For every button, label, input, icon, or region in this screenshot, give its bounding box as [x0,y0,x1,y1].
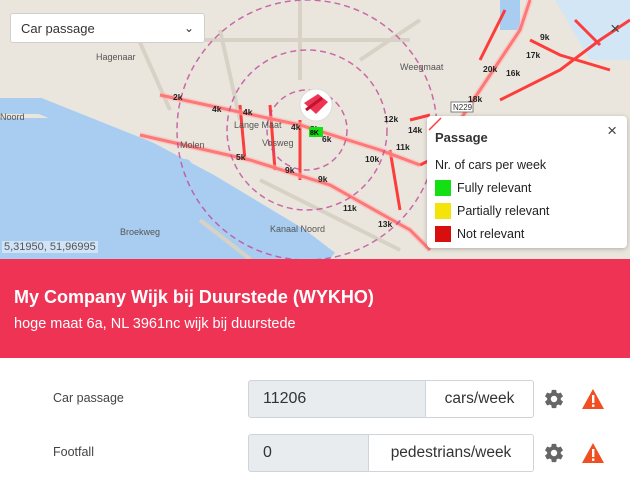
svg-text:20k: 20k [483,64,497,74]
svg-text:4k: 4k [291,122,301,132]
svg-text:10k: 10k [365,154,379,164]
svg-text:14k: 14k [408,125,422,135]
map-view[interactable]: N229 Noord Molen Weegmaat Kanaal Noord B… [0,0,630,259]
line-swatch-icon [428,117,442,131]
color-swatch [435,202,451,219]
location-name: My Company Wijk bij Duurstede (WYKHO) [14,287,374,307]
svg-text:9k: 9k [318,174,328,184]
svg-text:Lange Maat: Lange Maat [234,120,282,130]
layer-select-value: Car passage [21,20,95,36]
svg-text:4k: 4k [243,107,253,117]
coordinates-readout: 5,31950, 51,96995 [2,241,98,253]
chevron-down-icon: ⌄ [183,21,194,35]
legend-item: Fully relevant [435,176,619,199]
color-swatch [435,179,451,196]
svg-text:4k: 4k [212,104,222,114]
car-passage-unit: cars/week [426,380,534,418]
legend-title: Passage [435,130,488,145]
marker-label: 8K [310,130,319,137]
legend-panel: Passage × Nr. of cars per week Fully rel… [427,116,627,248]
svg-text:6k: 6k [322,134,332,144]
location-banner: My Company Wijk bij Duurstede (WYKHO) ho… [0,259,630,358]
svg-text:Kanaal Noord: Kanaal Noord [270,224,325,234]
close-icon[interactable]: × [610,20,620,37]
layer-select[interactable]: Car passage ⌄ [10,13,205,43]
gear-icon[interactable] [543,442,565,464]
svg-text:9k: 9k [285,165,295,175]
road-sign: N229 [453,103,473,112]
warning-icon[interactable] [581,388,605,410]
legend-item: Not relevant [435,222,619,245]
svg-text:12k: 12k [384,114,398,124]
svg-text:Noord: Noord [0,112,25,122]
legend-close-icon[interactable]: × [607,121,617,141]
svg-text:Weegmaat: Weegmaat [400,62,444,72]
footfall-unit: pedestrians/week [369,434,534,472]
location-address: hoge maat 6a, NL 3961nc wijk bij duurste… [14,316,296,332]
svg-text:18k: 18k [468,94,482,104]
svg-text:5k: 5k [236,152,246,162]
svg-text:9k: 9k [540,32,550,42]
svg-text:2k: 2k [173,92,183,102]
svg-text:Broekweg: Broekweg [120,227,160,237]
svg-text:Molen: Molen [180,140,205,150]
svg-text:11k: 11k [396,142,410,152]
legend-item-label: Nr. of cars per week [435,157,547,172]
color-swatch [435,225,451,242]
warning-icon[interactable] [581,442,605,464]
svg-text:16k: 16k [506,68,520,78]
svg-text:Vosweg: Vosweg [262,138,294,148]
svg-text:Hagenaar: Hagenaar [96,52,136,62]
legend-item: Partially relevant [435,199,619,222]
car-passage-value[interactable]: 11206 [248,380,426,418]
svg-text:13k: 13k [378,219,392,229]
legend-item-label: Partially relevant [457,203,550,218]
field-label: Car passage [53,391,124,405]
car-passage-row: Car passage 11206 cars/week [0,380,630,418]
footfall-row: Footfall 0 pedestrians/week [0,434,630,472]
gear-icon[interactable] [543,388,565,410]
field-label: Footfall [53,445,94,459]
legend-item: Nr. of cars per week [428,117,619,176]
svg-text:17k: 17k [526,50,540,60]
legend-item-label: Not relevant [457,226,525,241]
legend-item-label: Fully relevant [457,180,532,195]
svg-text:11k: 11k [343,203,357,213]
footfall-value[interactable]: 0 [248,434,369,472]
